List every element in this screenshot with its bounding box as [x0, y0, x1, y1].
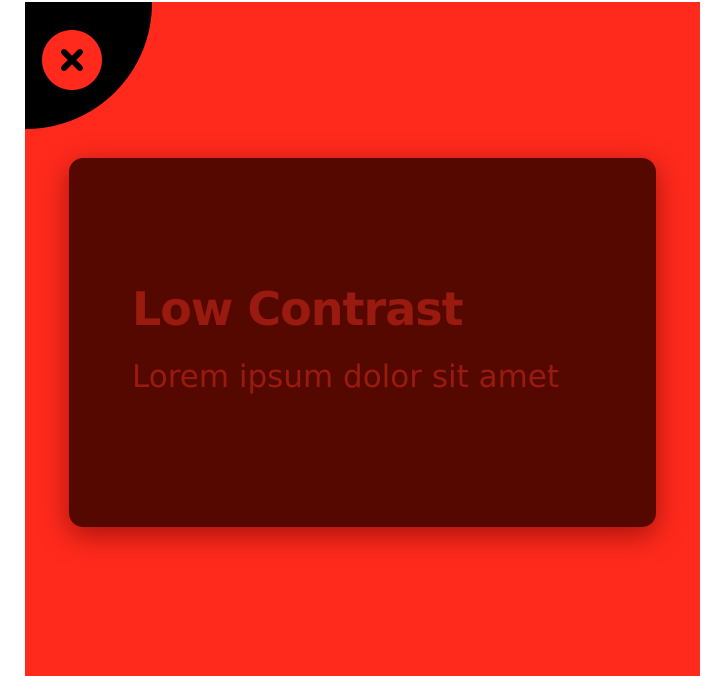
card-body-text: Lorem ipsum dolor sit amet	[132, 359, 560, 395]
close-button[interactable]	[42, 30, 102, 90]
low-contrast-card: Low Contrast Lorem ipsum dolor sit amet	[69, 158, 656, 527]
screen: Low Contrast Lorem ipsum dolor sit amet	[25, 2, 700, 676]
card-title: Low Contrast	[132, 282, 464, 336]
close-icon	[61, 49, 83, 71]
